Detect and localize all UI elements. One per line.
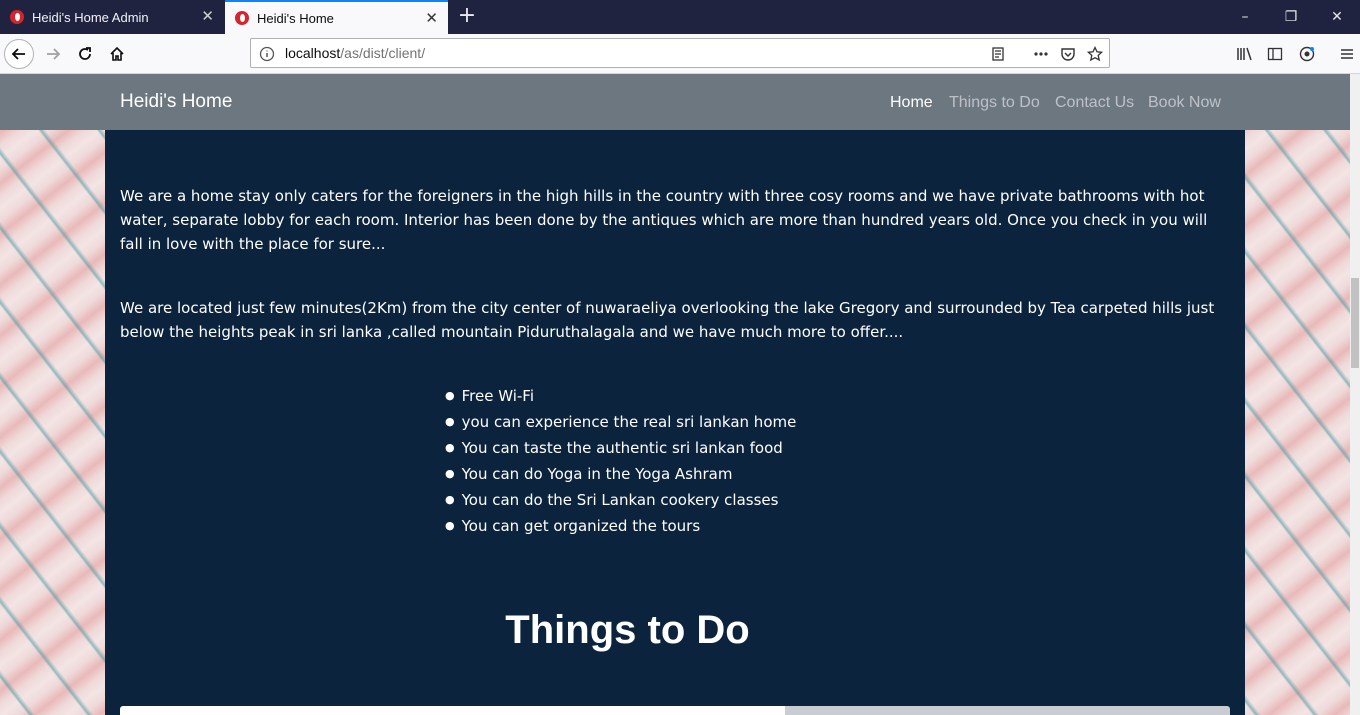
tab-title: Heidi's Home Admin (32, 9, 149, 25)
url-path: /as/dist/client/ (340, 45, 426, 61)
new-tab-button[interactable]: + (455, 4, 479, 28)
reader-view-icon[interactable] (988, 44, 1008, 64)
url-bar[interactable]: localhost/as/dist/client/ (250, 38, 1110, 68)
close-window-button[interactable]: ✕ (1314, 0, 1360, 34)
scrollbar-thumb[interactable] (1351, 278, 1359, 368)
site-navbar: Heidi's Home Home Things to Do Contact U… (0, 74, 1350, 130)
forward-arrow-icon (47, 48, 61, 60)
list-item: You can do Yoga in the Yoga Ashram (445, 462, 796, 488)
things-to-do-heading: Things to Do (505, 608, 750, 652)
tab-heidis-home-admin[interactable]: Heidi's Home Admin ✕ (0, 0, 224, 34)
intro-paragraph: We are a home stay only caters for the f… (120, 187, 1208, 253)
opera-favicon-icon (235, 11, 249, 25)
tab-heidis-home[interactable]: Heidi's Home ✕ (225, 0, 448, 34)
reload-button[interactable] (70, 39, 100, 69)
menu-hamburger-icon[interactable] (1337, 44, 1357, 64)
opera-favicon-icon (10, 10, 24, 24)
page-viewport: Heidi's Home Home Things to Do Contact U… (0, 74, 1350, 715)
page-scrollbar[interactable] (1350, 74, 1360, 715)
close-tab-icon[interactable]: ✕ (201, 8, 214, 26)
reload-icon (79, 47, 91, 60)
bookmark-star-icon[interactable] (1085, 44, 1105, 64)
url-host: localhost (285, 45, 341, 61)
list-item: Free Wi-Fi (445, 384, 796, 410)
nav-link-home[interactable]: Home (890, 94, 933, 112)
list-item: You can taste the authentic sri lankan f… (445, 436, 796, 462)
site-brand[interactable]: Heidi's Home (120, 91, 232, 113)
forward-button[interactable] (38, 39, 68, 69)
list-item: You can get organized the tours (445, 514, 796, 540)
back-arrow-icon (11, 48, 25, 60)
home-icon (110, 46, 124, 61)
browser-toolbar: localhost/as/dist/client/ (0, 34, 1360, 74)
nav-link-book-now[interactable]: Book Now (1148, 94, 1221, 112)
restore-button[interactable]: ❐ (1268, 0, 1314, 34)
location-paragraph: We are located just few minutes(2Km) fro… (120, 299, 1215, 341)
nav-link-things-to-do[interactable]: Things to Do (949, 94, 1040, 112)
pocket-icon[interactable] (1058, 44, 1078, 64)
close-tab-icon[interactable]: ✕ (425, 10, 438, 28)
nav-link-contact-us[interactable]: Contact Us (1055, 94, 1134, 112)
list-item: You can do the Sri Lankan cookery classe… (445, 488, 796, 514)
library-icon[interactable] (1235, 44, 1255, 64)
back-button[interactable] (4, 39, 34, 69)
minimize-button[interactable]: – (1222, 0, 1268, 34)
home-button[interactable] (102, 39, 132, 69)
tab-title: Heidi's Home (257, 10, 334, 26)
main-content: We are a home stay only caters for the f… (105, 130, 1245, 715)
page-actions-icon[interactable] (1031, 44, 1051, 64)
extension-icon[interactable] (1297, 44, 1317, 64)
tab-strip: Heidi's Home Admin ✕ Heidi's Home ✕ + – … (0, 0, 1360, 34)
list-item: you can experience the real sri lankan h… (445, 410, 797, 436)
sidebar-icon[interactable] (1265, 44, 1285, 64)
info-icon[interactable] (257, 44, 277, 64)
url-text[interactable]: localhost/as/dist/client/ (285, 45, 425, 61)
features-list: Free Wi-Fi you can experience the real s… (445, 384, 797, 540)
things-to-do-card (120, 706, 1230, 715)
